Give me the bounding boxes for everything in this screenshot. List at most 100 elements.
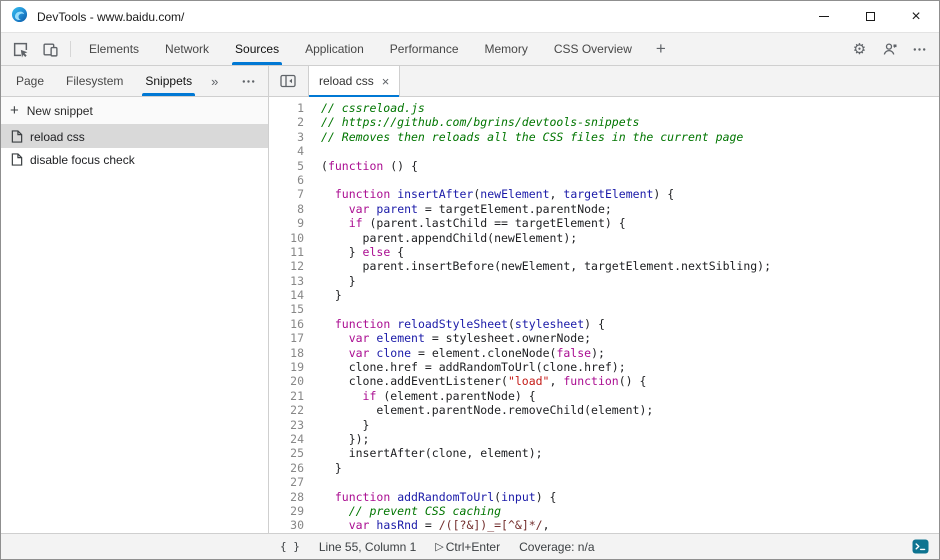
code-line-29: 29 // prevent CSS caching bbox=[269, 504, 939, 518]
line-number[interactable]: 5 bbox=[269, 159, 309, 173]
feedback-button[interactable] bbox=[875, 41, 904, 57]
new-snippet-label: New snippet bbox=[27, 104, 93, 118]
line-number[interactable]: 25 bbox=[269, 446, 309, 460]
file-tab-reload-css[interactable]: reload css × bbox=[308, 66, 400, 96]
panel-tab-application[interactable]: Application bbox=[292, 33, 377, 65]
maximize-button[interactable] bbox=[847, 1, 893, 32]
inspect-element-button[interactable] bbox=[5, 33, 35, 65]
code-text: parent.insertBefore(newElement, targetEl… bbox=[309, 259, 939, 273]
gear-icon: ⚙ bbox=[853, 42, 866, 57]
snippet-icon-wrap bbox=[11, 130, 23, 143]
console-drawer-icon bbox=[912, 539, 929, 554]
navigator-tab-strip: PageFilesystemSnippets bbox=[5, 66, 203, 96]
panel-tab-performance[interactable]: Performance bbox=[377, 33, 472, 65]
code-text: if (parent.lastChild == targetElement) { bbox=[309, 216, 939, 230]
line-number[interactable]: 28 bbox=[269, 490, 309, 504]
settings-button[interactable]: ⚙ bbox=[845, 42, 874, 57]
snippet-name: reload css bbox=[30, 130, 85, 144]
panel-tab-memory[interactable]: Memory bbox=[472, 33, 541, 65]
line-number[interactable]: 13 bbox=[269, 274, 309, 288]
line-number[interactable]: 21 bbox=[269, 389, 309, 403]
line-number[interactable]: 7 bbox=[269, 187, 309, 201]
snippet-item-reload-css[interactable]: reload css bbox=[1, 125, 268, 148]
code-line-14: 14 } bbox=[269, 288, 939, 302]
code-text bbox=[309, 173, 939, 187]
code-editor[interactable]: 1// cssreload.js2// https://github.com/b… bbox=[269, 97, 939, 533]
line-number[interactable]: 23 bbox=[269, 418, 309, 432]
line-number[interactable]: 27 bbox=[269, 475, 309, 489]
sources-panel: PageFilesystemSnippets » + New snippet r… bbox=[1, 66, 939, 533]
tab-overflow-button[interactable]: » bbox=[203, 66, 226, 96]
code-line-7: 7 function insertAfter(newElement, targe… bbox=[269, 187, 939, 201]
line-number[interactable]: 8 bbox=[269, 202, 309, 216]
device-toolbar-button[interactable] bbox=[35, 33, 65, 65]
drawer-toggle-button[interactable] bbox=[912, 539, 929, 554]
toggle-navigator-button[interactable] bbox=[273, 66, 303, 96]
close-button[interactable]: × bbox=[893, 1, 939, 32]
line-number[interactable]: 30 bbox=[269, 518, 309, 532]
line-number[interactable]: 3 bbox=[269, 130, 309, 144]
snippet-item-disable-focus-check[interactable]: disable focus check bbox=[1, 148, 268, 171]
line-number[interactable]: 6 bbox=[269, 173, 309, 187]
line-number[interactable]: 14 bbox=[269, 288, 309, 302]
navigator-more-button[interactable] bbox=[235, 66, 268, 96]
line-number[interactable]: 16 bbox=[269, 317, 309, 331]
toggle-navigator-icon bbox=[280, 74, 296, 88]
navigator-sidebar: PageFilesystemSnippets » + New snippet r… bbox=[1, 66, 269, 533]
code-text: clone.href = addRandomToUrl(clone.href); bbox=[309, 360, 939, 374]
code-line-18: 18 var clone = element.cloneNode(false); bbox=[269, 346, 939, 360]
code-text bbox=[309, 475, 939, 489]
device-toolbar-icon bbox=[42, 41, 59, 58]
line-number[interactable]: 22 bbox=[269, 403, 309, 417]
line-number[interactable]: 26 bbox=[269, 461, 309, 475]
new-snippet-button[interactable]: + New snippet bbox=[1, 97, 268, 125]
more-tools-button[interactable]: + bbox=[645, 33, 677, 65]
code-text: // prevent CSS caching bbox=[309, 504, 939, 518]
panel-tab-elements[interactable]: Elements bbox=[76, 33, 152, 65]
pretty-print-button[interactable]: { } bbox=[280, 540, 300, 553]
line-number[interactable]: 19 bbox=[269, 360, 309, 374]
window-controls: × bbox=[801, 1, 939, 32]
line-number[interactable]: 18 bbox=[269, 346, 309, 360]
navigator-tab-snippets[interactable]: Snippets bbox=[134, 66, 203, 96]
code-line-26: 26 } bbox=[269, 461, 939, 475]
code-text: function addRandomToUrl(input) { bbox=[309, 490, 939, 504]
code-line-5: 5(function () { bbox=[269, 159, 939, 173]
code-line-25: 25 insertAfter(clone, element); bbox=[269, 446, 939, 460]
navigator-tab-filesystem[interactable]: Filesystem bbox=[55, 66, 134, 96]
code-line-19: 19 clone.href = addRandomToUrl(clone.hre… bbox=[269, 360, 939, 374]
line-number[interactable]: 24 bbox=[269, 432, 309, 446]
run-shortcut-label: Ctrl+Enter bbox=[446, 540, 500, 554]
line-number[interactable]: 12 bbox=[269, 259, 309, 273]
line-number[interactable]: 17 bbox=[269, 331, 309, 345]
line-number[interactable]: 29 bbox=[269, 504, 309, 518]
panel-tab-network[interactable]: Network bbox=[152, 33, 222, 65]
more-options-button[interactable] bbox=[905, 42, 934, 57]
line-number[interactable]: 20 bbox=[269, 374, 309, 388]
devtools-window: DevTools - www.baidu.com/ × bbox=[0, 0, 940, 560]
code-text: parent.appendChild(newElement); bbox=[309, 231, 939, 245]
minimize-button[interactable] bbox=[801, 1, 847, 32]
panel-tab-sources[interactable]: Sources bbox=[222, 33, 292, 65]
line-number[interactable]: 15 bbox=[269, 302, 309, 316]
line-number[interactable]: 10 bbox=[269, 231, 309, 245]
navigator-tab-page[interactable]: Page bbox=[5, 66, 55, 96]
line-number[interactable]: 11 bbox=[269, 245, 309, 259]
close-tab-icon[interactable]: × bbox=[382, 75, 390, 88]
navigator-tab-bar: PageFilesystemSnippets » bbox=[1, 66, 268, 97]
code-text: var parent = targetElement.parentNode; bbox=[309, 202, 939, 216]
code-line-9: 9 if (parent.lastChild == targetElement)… bbox=[269, 216, 939, 230]
code-line-16: 16 function reloadStyleSheet(stylesheet)… bbox=[269, 317, 939, 331]
line-number[interactable]: 4 bbox=[269, 144, 309, 158]
panel-tab-css-overview[interactable]: CSS Overview bbox=[541, 33, 645, 65]
maximize-icon bbox=[866, 12, 875, 21]
titlebar: DevTools - www.baidu.com/ × bbox=[1, 1, 939, 33]
line-number[interactable]: 9 bbox=[269, 216, 309, 230]
cursor-position: Line 55, Column 1 bbox=[319, 540, 416, 554]
code-text: insertAfter(clone, element); bbox=[309, 446, 939, 460]
code-line-4: 4 bbox=[269, 144, 939, 158]
code-line-3: 3// Removes then reloads all the CSS fil… bbox=[269, 130, 939, 144]
line-number[interactable]: 1 bbox=[269, 101, 309, 115]
line-number[interactable]: 2 bbox=[269, 115, 309, 129]
code-text: var clone = element.cloneNode(false); bbox=[309, 346, 939, 360]
